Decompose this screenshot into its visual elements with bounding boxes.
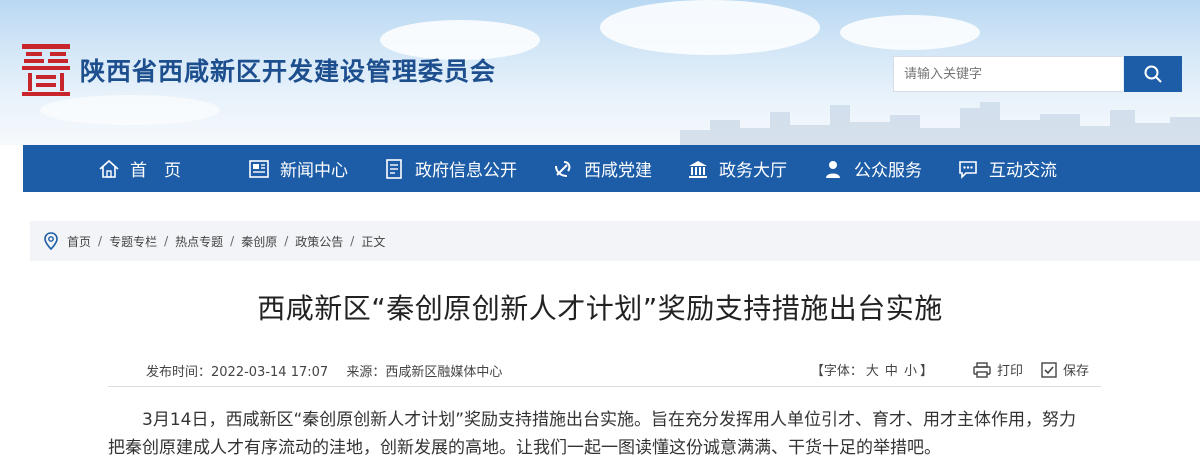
breadcrumb-current: 正文 (361, 234, 386, 249)
article-title: 西咸新区“秦创原创新人才计划”奖励支持措施出台实施 (257, 292, 943, 325)
party-emblem-icon (555, 160, 571, 177)
home-icon (99, 159, 119, 178)
article-meta-info: 发布时间：2022-03-14 17:07 来源：西咸新区融媒体中心 (146, 361, 516, 380)
nav-item-label: 新闻中心 (280, 161, 348, 181)
font-size-selector: 【字体：大中小】 (811, 360, 933, 379)
search-input[interactable] (893, 56, 1123, 92)
font-size-large[interactable]: 大 (866, 364, 879, 379)
main-nav: 首 页 新闻中心 政府信息公开 西咸党建 政务大厅 公众服务 互动交流 (23, 145, 1200, 192)
cloud-decoration (40, 95, 220, 125)
print-button[interactable]: 打印 (973, 360, 1023, 379)
source-value: 西咸新区融媒体中心 (385, 365, 503, 380)
breadcrumb-home[interactable]: 首页 (67, 233, 91, 250)
breadcrumb-topics[interactable]: 专题专栏 (109, 233, 157, 250)
publish-time: 2022-03-14 17:07 (211, 365, 329, 380)
nav-item-service-hall[interactable]: 政务大厅 (687, 156, 787, 181)
nav-item-label: 公众服务 (854, 161, 922, 181)
nav-item-interaction[interactable]: 互动交流 (957, 156, 1057, 181)
printer-icon (973, 361, 991, 378)
news-icon (249, 159, 269, 178)
breadcrumb: 首页 / 专题专栏 / 热点专题 / 秦创原 / 政策公告 / 正文 (30, 221, 1200, 261)
save-button[interactable]: 保存 (1041, 360, 1089, 379)
font-size-small[interactable]: 小 (904, 364, 917, 379)
building-icon (689, 160, 707, 178)
breadcrumb-separator: / (164, 234, 169, 248)
save-icon (1041, 361, 1057, 378)
user-service-icon (826, 160, 840, 178)
site-logo-icon (22, 44, 70, 96)
nav-item-party[interactable]: 西咸党建 (552, 156, 652, 181)
font-size-prefix: 【字体： (810, 364, 863, 379)
article-meta: 发布时间：2022-03-14 17:07 来源：西咸新区融媒体中心 【字体：大… (108, 356, 1101, 387)
search-button[interactable] (1124, 56, 1182, 92)
source-label: 来源： (346, 365, 386, 380)
nav-item-label: 政务大厅 (719, 161, 787, 181)
nav-item-label: 政府信息公开 (415, 161, 517, 181)
nav-item-label: 首 页 (130, 161, 181, 181)
location-pin-icon (44, 232, 58, 250)
save-label: 保存 (1062, 364, 1089, 379)
site-title: 陕西省西咸新区开发建设管理委员会 (80, 57, 497, 86)
breadcrumb-hot-topics[interactable]: 热点专题 (175, 233, 223, 250)
nav-item-news[interactable]: 新闻中心 (248, 156, 348, 181)
article-tools: 【字体：大中小】 打印 保存 (811, 360, 1089, 379)
publish-time-label: 发布时间： (146, 365, 212, 380)
breadcrumb-separator: / (230, 234, 235, 248)
breadcrumb-separator: / (350, 234, 355, 248)
print-label: 打印 (996, 364, 1023, 379)
cloud-decoration (840, 15, 980, 50)
breadcrumb-policy[interactable]: 政策公告 (295, 233, 343, 250)
skyline-decoration (680, 102, 1200, 145)
chat-icon (959, 160, 977, 179)
breadcrumb-qinchuangyuan[interactable]: 秦创原 (241, 233, 277, 250)
font-size-medium[interactable]: 中 (885, 364, 898, 379)
nav-item-label: 互动交流 (989, 161, 1057, 181)
nav-item-label: 西咸党建 (584, 161, 652, 181)
nav-item-public-service[interactable]: 公众服务 (822, 156, 922, 181)
search-icon (1144, 65, 1162, 83)
page-header: 陕西省西咸新区开发建设管理委员会 (0, 0, 1200, 145)
article-body: 3月14日，西咸新区“秦创原创新人才计划”奖励支持措施出台实施。旨在充分发挥用人… (108, 410, 1077, 458)
font-size-suffix: 】 (919, 364, 933, 379)
nav-item-home[interactable]: 首 页 (98, 156, 203, 181)
document-icon (386, 158, 402, 179)
breadcrumb-separator: / (284, 234, 289, 248)
nav-item-gov-info[interactable]: 政府信息公开 (383, 156, 517, 181)
cloud-decoration (600, 0, 820, 55)
breadcrumb-separator: / (98, 234, 103, 248)
